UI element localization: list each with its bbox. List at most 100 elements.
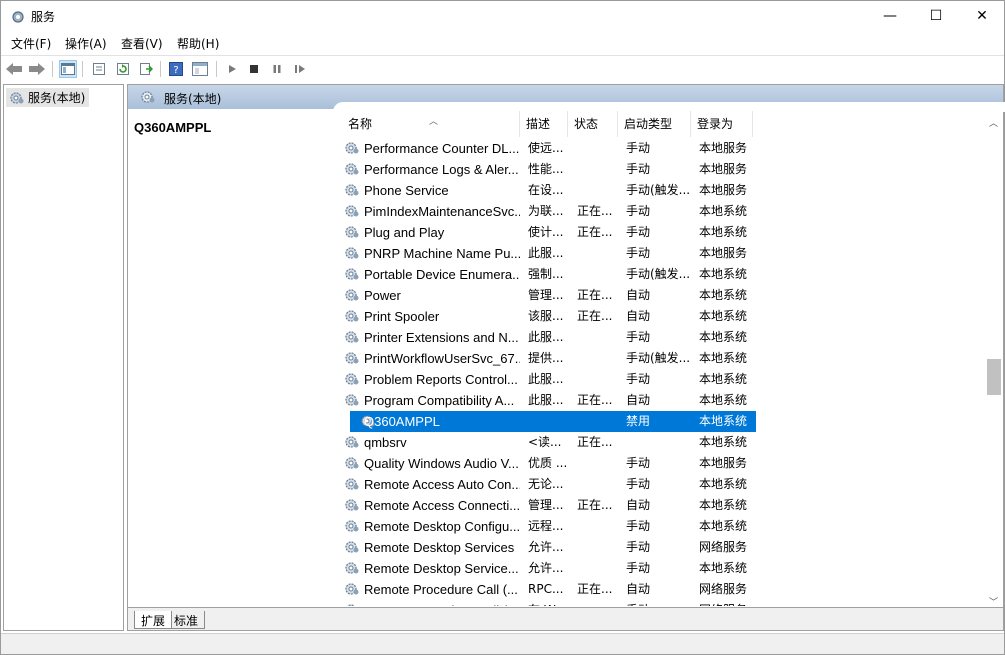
service-logon-cell: 本地系统: [699, 561, 748, 575]
export-list-icon[interactable]: [137, 60, 155, 78]
column-header-description[interactable]: 描述: [520, 111, 568, 137]
restart-service-icon[interactable]: [291, 60, 309, 78]
tab-extended[interactable]: 扩展: [134, 611, 173, 629]
service-gear-icon: [344, 266, 360, 285]
table-row[interactable]: Quality Windows Audio V... 优质 ... 手动 本地服务: [336, 453, 754, 474]
services-window: 服务 — ☐ ✕ 文件(F) 操作(A) 查看(V) 帮助(H) ? 服务(本地…: [0, 0, 1005, 655]
tab-standard[interactable]: 标准: [168, 611, 206, 629]
table-row[interactable]: Print Spooler 该服... 正在... 自动 本地系统: [336, 306, 754, 327]
service-gear-icon: [344, 371, 360, 390]
minimize-button[interactable]: —: [867, 1, 913, 31]
service-status-cell: [577, 558, 617, 579]
properties-icon[interactable]: [90, 60, 108, 78]
table-row[interactable]: Plug and Play 使计... 正在... 手动 本地系统: [336, 222, 754, 243]
service-name-cell: Phone Service: [364, 183, 449, 198]
service-status-cell: [577, 264, 617, 285]
table-row[interactable]: qmbsrv <读... 正在... 本地系统: [336, 432, 754, 453]
refresh-icon[interactable]: [114, 60, 132, 78]
table-row[interactable]: Remote Access Auto Con... 无论... 手动 本地系统: [336, 474, 754, 495]
table-row[interactable]: Portable Device Enumera... 强制... 手动(触发... 本…: [336, 264, 754, 285]
vertical-scrollbar[interactable]: ︿ ﹀: [985, 111, 1003, 608]
table-row[interactable]: Performance Logs & Aler... 性能... 手动 本地服务: [336, 159, 754, 180]
service-startup-type-cell: 自动: [626, 309, 651, 323]
help-view-icon[interactable]: [191, 60, 209, 78]
table-row[interactable]: Printer Extensions and N... 此服... 手动 本地系统: [336, 327, 754, 348]
service-logon-cell: 网络服务: [699, 540, 748, 554]
table-row[interactable]: Power 管理... 正在... 自动 本地系统: [336, 285, 754, 306]
column-header-log-on-as[interactable]: 登录为: [691, 111, 753, 137]
close-icon: ✕: [976, 8, 988, 24]
service-status-cell: [577, 516, 617, 537]
table-row[interactable]: Remote Procedure Call (... RPC... 正在... 自动 网…: [336, 579, 754, 600]
service-startup-type-cell: 手动: [626, 330, 651, 344]
table-row[interactable]: PNRP Machine Name Pu... 此服... 手动 本地服务: [336, 243, 754, 264]
menu-action[interactable]: 操作(A): [65, 35, 107, 52]
scrollbar-thumb[interactable]: [987, 359, 1001, 395]
menu-view[interactable]: 查看(V): [121, 35, 163, 52]
service-logon-cell: 本地系统: [699, 435, 748, 449]
service-description-cell: 远程...: [528, 519, 564, 533]
table-row[interactable]: Remote Procedure Call (... 在 W... 手动网络服务: [336, 600, 754, 606]
service-startup-type-cell: 手动: [626, 204, 651, 218]
maximize-button[interactable]: ☐: [913, 1, 959, 31]
service-logon-cell: 本地服务: [699, 141, 748, 155]
service-description-cell: <读...: [528, 435, 562, 449]
service-startup-type-cell: 自动: [626, 393, 651, 407]
start-service-icon[interactable]: [223, 60, 241, 78]
service-gear-icon: [344, 308, 360, 327]
stop-service-icon[interactable]: [245, 60, 263, 78]
service-name-cell: Remote Desktop Configu...: [364, 519, 520, 534]
table-row[interactable]: PrintWorkflowUserSvc_67... 提供... 手动(触发... 本…: [336, 348, 754, 369]
service-status-cell: 正在...: [577, 309, 613, 323]
table-row[interactable]: Q360AMPPL 禁用 本地系统: [350, 411, 756, 432]
table-row[interactable]: Remote Desktop Service... 允许... 手动 本地系统: [336, 558, 754, 579]
table-row[interactable]: Program Compatibility A... 此服... 正在... 自动 本地…: [336, 390, 754, 411]
status-bar: [1, 633, 1004, 654]
table-row[interactable]: Remote Desktop Services 允许... 手动 网络服务: [336, 537, 754, 558]
service-logon-cell: 本地服务: [699, 246, 748, 260]
console-tree-icon[interactable]: [59, 60, 77, 78]
table-row[interactable]: Problem Reports Control... 此服... 手动 本地系统: [336, 369, 754, 390]
service-description-cell: 强制...: [528, 267, 564, 281]
service-description-cell: 此服...: [528, 330, 564, 344]
column-header-name[interactable]: 名称 ︿: [336, 111, 520, 137]
toolbar: ?: [1, 55, 1004, 81]
tree-node-services-local[interactable]: 服务(本地): [6, 88, 90, 107]
service-startup-type-cell: 手动(触发...: [626, 183, 691, 197]
service-status-cell: [577, 537, 617, 558]
service-startup-type-cell: 手动: [626, 540, 651, 554]
service-status-cell: [577, 600, 617, 606]
title-bar[interactable]: 服务 — ☐ ✕: [1, 1, 1004, 32]
services-table: 名称 ︿ 描述 状态 启动类型 登录为 Performance Counter …: [336, 111, 986, 606]
table-row[interactable]: Remote Access Connecti... 管理... 正在... 自动 本地系…: [336, 495, 754, 516]
service-status-cell: [577, 327, 617, 348]
services-panel: 服务(本地) Q360AMPPL 名称 ︿ 描述 状态 启动类型 登录为 Per…: [127, 84, 1005, 631]
service-status-cell: 正在...: [577, 582, 613, 596]
pause-service-icon[interactable]: [268, 60, 286, 78]
scroll-up-icon[interactable]: ︿: [989, 116, 998, 129]
menu-file[interactable]: 文件(F): [11, 35, 51, 52]
window-title: 服务: [31, 10, 56, 24]
service-name-cell: PNRP Machine Name Pu...: [364, 246, 520, 261]
menu-help[interactable]: 帮助(H): [177, 35, 219, 52]
column-header-startup-type[interactable]: 启动类型: [618, 111, 691, 137]
column-header-label: 描述: [526, 117, 551, 131]
service-name-cell: qmbsrv: [364, 435, 407, 450]
close-button[interactable]: ✕: [959, 1, 1005, 31]
table-row[interactable]: Phone Service 在设... 手动(触发... 本地服务: [336, 180, 754, 201]
help-icon[interactable]: ?: [167, 60, 185, 78]
forward-icon[interactable]: [28, 60, 46, 78]
table-row[interactable]: Performance Counter DL... 使远... 手动 本地服务: [336, 138, 754, 159]
back-icon[interactable]: [5, 60, 23, 78]
service-description-cell: 允许...: [528, 561, 564, 575]
service-logon-cell: 本地服务: [699, 456, 748, 470]
service-gear-icon: [344, 392, 360, 411]
column-header-status[interactable]: 状态: [568, 111, 618, 137]
table-row[interactable]: PimIndexMaintenanceSvc... 为联... 正在... 手动 本地系…: [336, 201, 754, 222]
column-header-label: 启动类型: [624, 117, 673, 131]
service-name-cell: Q360AMPPL: [364, 414, 440, 429]
table-row[interactable]: Remote Desktop Configu... 远程... 手动 本地系统: [336, 516, 754, 537]
service-name-cell: Plug and Play: [364, 225, 445, 240]
service-logon-cell: 本地系统: [699, 393, 748, 407]
service-logon-cell: 本地系统: [699, 267, 748, 281]
